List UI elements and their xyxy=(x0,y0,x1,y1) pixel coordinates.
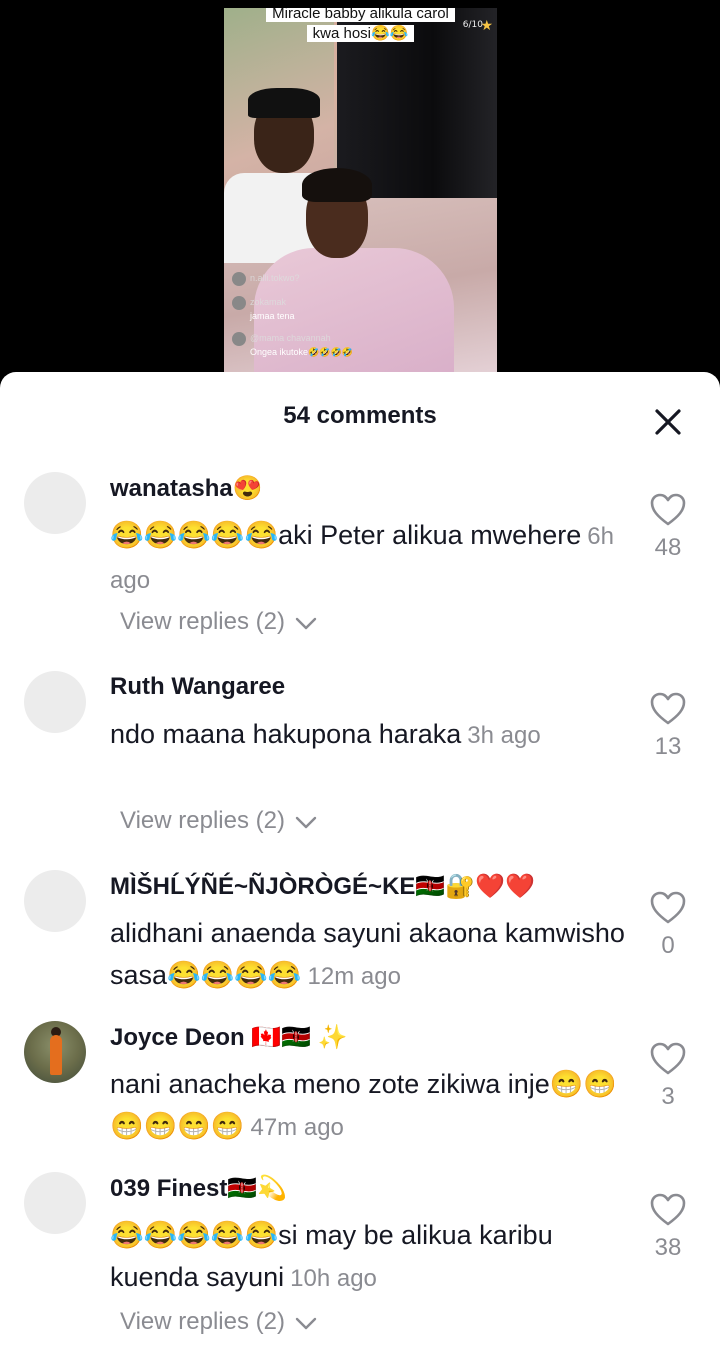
avatar[interactable] xyxy=(24,870,86,932)
close-icon xyxy=(655,409,681,435)
like-count: 48 xyxy=(654,534,682,561)
comment-username[interactable]: Joyce Deon 🇨🇦🇰🇪 ✨ xyxy=(110,1023,348,1052)
live-comment-text: Ongea ikutoke🤣🤣🤣🤣 xyxy=(250,347,353,357)
live-comment-user: @mama chavannah xyxy=(250,333,331,344)
heart-icon xyxy=(650,891,686,924)
comment-body: nani anacheka meno zote zikiwa inje😁😁😁😁😁… xyxy=(110,1069,618,1141)
comment-text: 😂😂😂😂😂aki Peter alikua mwehere 6h ago xyxy=(110,514,630,602)
comment-text: alidhani anaenda sayuni akaona kamwisho … xyxy=(110,912,630,998)
heart-icon xyxy=(650,493,686,526)
comment-text: nani anacheka meno zote zikiwa inje😁😁😁😁😁… xyxy=(110,1063,630,1149)
heart-icon xyxy=(650,1042,686,1075)
video-person-woman-hair xyxy=(302,168,372,202)
like-button[interactable]: 48 xyxy=(640,492,696,562)
video-player[interactable]: Miracle babby alikula carol kwa hosi😂😂 6… xyxy=(224,8,497,388)
live-comment-avatar xyxy=(232,332,246,346)
comment-username[interactable]: MÌŠHĹÝÑÉ~ÑJÒRÒGÉ~KE🇰🇪🔐❤️❤️ xyxy=(110,872,535,901)
chevron-down-icon xyxy=(295,617,316,629)
live-comment-avatar xyxy=(232,272,246,286)
view-replies-label: View replies (2) xyxy=(120,807,285,834)
view-replies-label: View replies (2) xyxy=(120,1308,285,1335)
comment-text: ndo maana hakupona haraka 3h ago xyxy=(110,713,630,757)
like-button[interactable]: 38 xyxy=(640,1192,696,1262)
comment-username[interactable]: wanatasha😍 xyxy=(110,474,263,503)
close-button[interactable] xyxy=(650,404,686,440)
view-replies-button[interactable]: View replies (2) xyxy=(120,608,318,636)
avatar[interactable] xyxy=(24,472,86,534)
comment-time: 47m ago xyxy=(250,1114,344,1141)
live-comment-user: zokamak xyxy=(250,297,287,308)
like-count: 0 xyxy=(661,932,675,959)
live-comment: @mama chavannah Ongea ikutoke🤣🤣🤣🤣 xyxy=(232,332,353,358)
like-count: 38 xyxy=(654,1234,682,1261)
view-replies-button[interactable]: View replies (2) xyxy=(120,1308,318,1336)
view-replies-button[interactable]: View replies (2) xyxy=(120,807,318,835)
chevron-down-icon xyxy=(295,816,316,828)
heart-icon xyxy=(650,692,686,725)
comment-body: ndo maana hakupona haraka xyxy=(110,719,462,749)
video-caption: Miracle babby alikula carol kwa hosi😂😂 xyxy=(224,8,497,44)
comment-time: 10h ago xyxy=(290,1265,377,1292)
live-comment-user: n.alli.tokwo? xyxy=(250,273,300,284)
avatar[interactable] xyxy=(24,671,86,733)
like-count: 3 xyxy=(661,1083,675,1110)
comment-time: 12m ago xyxy=(307,963,401,990)
comment-time: 3h ago xyxy=(467,722,541,749)
like-count: 13 xyxy=(654,733,682,760)
view-replies-label: View replies (2) xyxy=(120,608,285,635)
heart-icon xyxy=(650,1193,686,1226)
video-caption-line2: kwa hosi😂😂 xyxy=(306,25,415,42)
video-person-man-hair xyxy=(248,88,320,118)
avatar[interactable] xyxy=(24,1172,86,1234)
like-button[interactable]: 0 xyxy=(640,890,696,960)
live-comment-avatar xyxy=(232,296,246,310)
video-caption-line1: Miracle babby alikula carol xyxy=(266,8,455,22)
live-comment: n.alli.tokwo? xyxy=(232,272,300,286)
comments-count-title: 54 comments xyxy=(283,402,437,429)
comment-text: 😂😂😂😂😂si may be alikua karibu kuenda sayu… xyxy=(110,1214,630,1300)
live-comment-text: jamaa tena xyxy=(250,311,295,321)
like-button[interactable]: 13 xyxy=(640,691,696,761)
avatar[interactable] xyxy=(24,1021,86,1083)
star-icon: ★ xyxy=(480,18,493,34)
comment-username[interactable]: Ruth Wangaree xyxy=(110,673,285,701)
comment-username[interactable]: 039 Finest🇰🇪💫 xyxy=(110,1174,287,1203)
comments-sheet: 54 comments wanatasha😍 😂😂😂😂😂aki Peter al… xyxy=(0,372,720,1368)
avatar-photo-figure xyxy=(50,1035,62,1075)
live-comment: zokamak jamaa tena xyxy=(232,296,295,322)
comment-body: 😂😂😂😂😂aki Peter alikua mwehere xyxy=(110,520,582,550)
chevron-down-icon xyxy=(295,1317,316,1329)
like-button[interactable]: 3 xyxy=(640,1041,696,1111)
